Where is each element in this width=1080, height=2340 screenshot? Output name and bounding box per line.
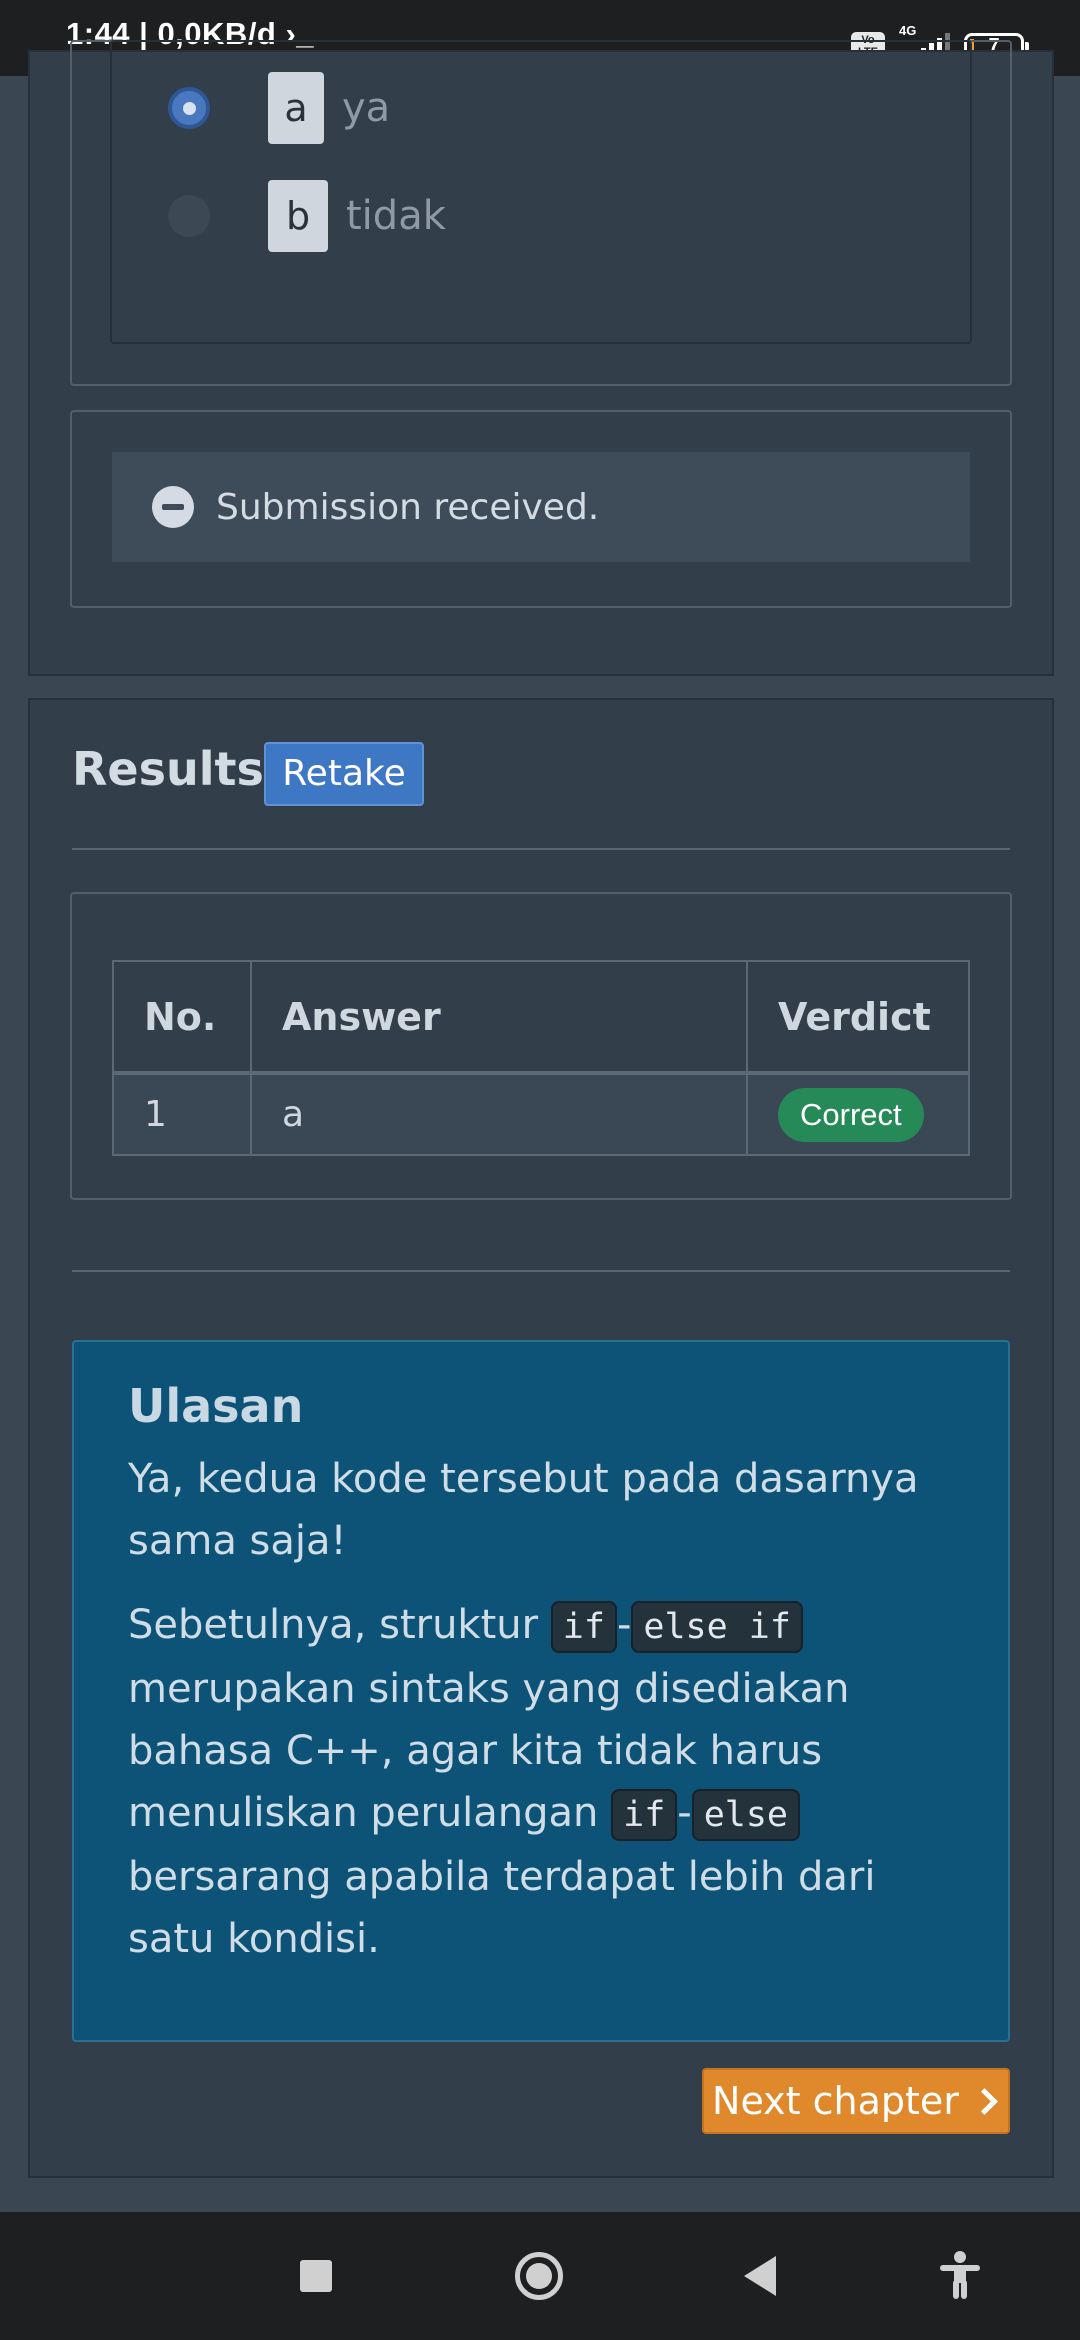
option-b-key: b xyxy=(268,180,328,252)
verdict-badge: Correct xyxy=(778,1087,924,1142)
cell-answer: a xyxy=(250,1072,748,1156)
minus-circle-icon xyxy=(152,486,194,528)
accessibility-icon[interactable] xyxy=(938,2250,982,2300)
table-row: 1 a Correct xyxy=(112,1072,970,1156)
results-table: No. Answer Verdict 1 a Correct xyxy=(112,960,970,1156)
chevron-right-icon xyxy=(971,2087,998,2115)
code-if: if xyxy=(550,1601,617,1653)
option-a[interactable]: a ya xyxy=(168,72,390,144)
divider xyxy=(72,1270,1010,1272)
cell-verdict: Correct xyxy=(746,1072,970,1156)
nav-recents-icon[interactable] xyxy=(300,2260,332,2292)
next-chapter-button[interactable]: Next chapter xyxy=(702,2068,1010,2134)
col-header-answer: Answer xyxy=(250,960,748,1074)
code-else: else xyxy=(691,1789,801,1841)
results-title: Results xyxy=(72,742,264,796)
network-type: 4G xyxy=(899,23,917,38)
code-else-if: else if xyxy=(631,1601,803,1653)
divider xyxy=(72,848,1010,850)
retake-button[interactable]: Retake xyxy=(264,742,424,806)
option-a-key: a xyxy=(268,72,324,144)
code-if: if xyxy=(611,1789,678,1841)
submission-alert: Submission received. xyxy=(112,452,970,562)
nav-home-icon[interactable] xyxy=(515,2252,563,2300)
system-nav-bar xyxy=(0,2212,1080,2340)
nav-back-icon[interactable] xyxy=(744,2256,776,2296)
next-chapter-label: Next chapter xyxy=(712,2079,959,2123)
option-a-text: ya xyxy=(342,85,391,131)
review-title: Ulasan xyxy=(128,1379,304,1433)
review-paragraph-1: Ya, kedua kode tersebut pada dasarnya sa… xyxy=(128,1456,919,1564)
col-header-verdict: Verdict xyxy=(746,960,970,1074)
option-b-text: tidak xyxy=(346,193,446,239)
col-header-no: No. xyxy=(112,960,252,1074)
submission-message: Submission received. xyxy=(216,486,600,528)
review-paragraph-2: Sebetulnya, struktur if - else if merupaka… xyxy=(128,1601,876,1962)
table-header-row: No. Answer Verdict xyxy=(112,960,970,1074)
option-b[interactable]: b tidak xyxy=(168,180,446,252)
option-b-radio[interactable] xyxy=(168,195,210,237)
option-a-radio[interactable] xyxy=(168,87,210,129)
cell-no: 1 xyxy=(112,1072,252,1156)
review-box: Ulasan Ya, kedua kode tersebut pada dasa… xyxy=(72,1340,1010,2042)
